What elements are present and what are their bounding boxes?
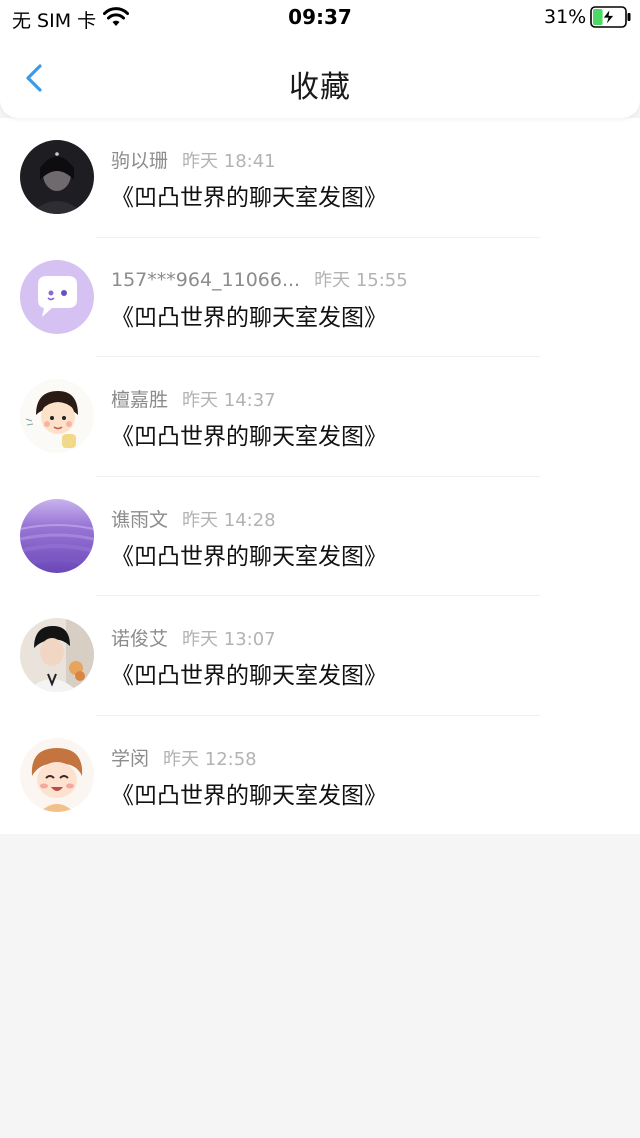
favorites-screen: 无 SIM 卡 09:37 31% 收藏 驹以珊 昨天 18:41 《凹凸世界的… (0, 0, 640, 1138)
favorite-item[interactable]: 谯雨文 昨天 14:28 《凹凸世界的聊天室发图》 (0, 477, 640, 596)
favorites-list: 驹以珊 昨天 18:41 《凹凸世界的聊天室发图》 157***964_11066… (0, 118, 640, 834)
battery-icon (590, 6, 631, 28)
item-meta: 学闵 昨天 12:58 (111, 744, 257, 770)
sender-name: 驹以珊 (111, 150, 169, 172)
timestamp: 昨天 15:55 (314, 269, 408, 291)
item-meta: 诺俊艾 昨天 13:07 (111, 624, 276, 650)
navigation-bar: 收藏 (0, 36, 640, 118)
status-bar: 无 SIM 卡 09:37 31% (0, 0, 640, 36)
sender-name: 157***964_11066... (111, 268, 301, 291)
cartoon-girl-avatar[interactable] (20, 379, 94, 453)
boy-photo-avatar[interactable] (20, 618, 94, 692)
cartoon-boy-avatar[interactable] (20, 737, 94, 812)
sender-name: 谯雨文 (111, 508, 169, 531)
timestamp: 昨天 14:37 (182, 390, 276, 411)
dark-portrait-avatar[interactable] (20, 140, 94, 214)
message-preview: 《凹凸世界的聊天室发图》 (111, 304, 387, 331)
message-preview: 《凹凸世界的聊天室发图》 (111, 424, 387, 450)
sender-name: 诺俊艾 (111, 628, 169, 650)
message-preview: 《凹凸世界的聊天室发图》 (111, 663, 387, 689)
sender-name: 檀嘉胜 (111, 389, 169, 411)
favorite-item[interactable]: 学闵 昨天 12:58 《凹凸世界的聊天室发图》 (0, 716, 640, 836)
message-preview: 《凹凸世界的聊天室发图》 (111, 782, 387, 809)
timestamp: 昨天 18:41 (182, 151, 276, 172)
item-meta: 驹以珊 昨天 18:41 (111, 146, 276, 172)
favorite-item[interactable]: 驹以珊 昨天 18:41 《凹凸世界的聊天室发图》 (0, 118, 640, 238)
timestamp: 昨天 12:58 (163, 748, 257, 770)
timestamp: 昨天 14:28 (182, 509, 276, 531)
battery-percent: 31% (544, 6, 587, 28)
item-meta: 157***964_11066... 昨天 15:55 (111, 266, 408, 291)
item-meta: 谯雨文 昨天 14:28 (111, 505, 276, 531)
item-meta: 檀嘉胜 昨天 14:37 (111, 385, 276, 411)
favorite-item[interactable]: 157***964_11066... 昨天 15:55 《凹凸世界的聊天室发图》 (0, 238, 640, 357)
favorite-item[interactable]: 檀嘉胜 昨天 14:37 《凹凸世界的聊天室发图》 (0, 357, 640, 477)
timestamp: 昨天 13:07 (182, 629, 276, 650)
sender-name: 学闵 (111, 747, 150, 770)
page-title: 收藏 (289, 70, 351, 105)
message-preview: 《凹凸世界的聊天室发图》 (111, 543, 387, 570)
favorite-item[interactable]: 诺俊艾 昨天 13:07 《凹凸世界的聊天室发图》 (0, 596, 640, 716)
lavender-field-avatar[interactable] (20, 498, 94, 573)
purple-chat-bubble-avatar[interactable] (20, 259, 94, 334)
message-preview: 《凹凸世界的聊天室发图》 (111, 185, 387, 211)
